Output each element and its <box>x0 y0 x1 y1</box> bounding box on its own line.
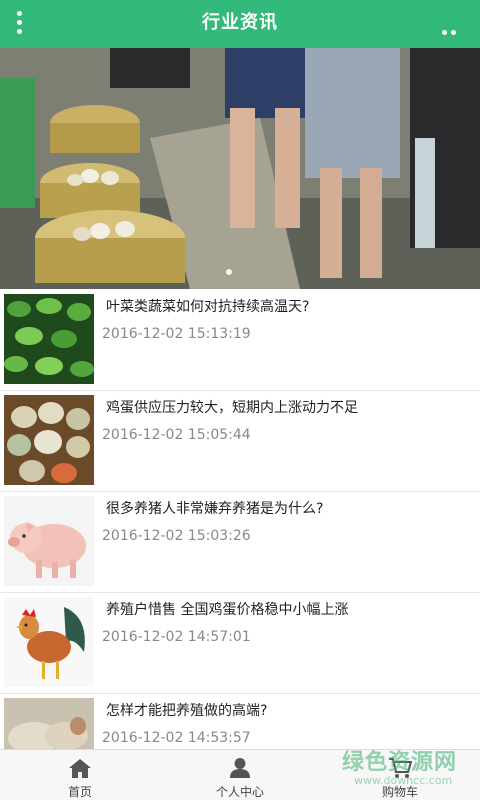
watermark-url: www.downcc.com <box>354 774 453 787</box>
news-date: 2016-12-02 15:13:19 <box>102 326 251 342</box>
news-title: 鸡蛋供应压力较大，短期内上涨动力不足 <box>106 400 358 416</box>
news-title: 养殖户惜售 全国鸡蛋价格稳中小幅上涨 <box>106 602 349 618</box>
app-header: 行业资讯 <box>0 0 480 54</box>
news-date: 2016-12-02 14:57:01 <box>102 629 251 645</box>
rooster-thumb <box>4 597 94 687</box>
news-list: 叶菜类蔬菜如何对抗持续高温天? 2016-12-02 15:13:19 鸡蛋供应… <box>0 290 480 795</box>
leafy-vegetables-thumb <box>4 294 94 384</box>
tab-profile-label: 个人中心 <box>215 785 264 799</box>
banner-carousel[interactable] <box>0 48 480 289</box>
more-icon[interactable] <box>442 20 468 54</box>
news-item[interactable]: 很多养猪人非常嫌弃养猪是为什么? 2016-12-02 15:03:26 <box>0 492 480 593</box>
news-item[interactable]: 鸡蛋供应压力较大，短期内上涨动力不足 2016-12-02 15:05:44 <box>0 391 480 492</box>
news-title: 怎样才能把养殖做的高端? <box>106 703 268 719</box>
tab-home[interactable]: 首页 <box>0 750 160 801</box>
carousel-indicator-dot[interactable] <box>226 269 232 275</box>
tab-profile[interactable]: 个人中心 <box>160 750 320 801</box>
home-icon <box>69 759 91 778</box>
news-date: 2016-12-02 15:05:44 <box>102 427 251 443</box>
watermark-text: 绿色资源网 <box>342 750 458 775</box>
user-icon <box>230 758 250 778</box>
watermark: 绿色资源网 www.downcc.com <box>342 744 470 794</box>
eggs-thumb <box>4 395 94 485</box>
news-date: 2016-12-02 15:03:26 <box>102 528 251 544</box>
page-title: 行业资讯 <box>202 12 278 33</box>
news-title: 很多养猪人非常嫌弃养猪是为什么? <box>106 501 324 517</box>
news-item[interactable]: 养殖户惜售 全国鸡蛋价格稳中小幅上涨 2016-12-02 14:57:01 <box>0 593 480 694</box>
piglet-thumb <box>4 496 94 586</box>
news-title: 叶菜类蔬菜如何对抗持续高温天? <box>106 299 310 315</box>
news-item[interactable]: 叶菜类蔬菜如何对抗持续高温天? 2016-12-02 15:13:19 <box>0 290 480 391</box>
banner-photo <box>0 48 480 289</box>
news-date: 2016-12-02 14:53:57 <box>102 730 251 746</box>
tab-home-label: 首页 <box>67 785 92 799</box>
